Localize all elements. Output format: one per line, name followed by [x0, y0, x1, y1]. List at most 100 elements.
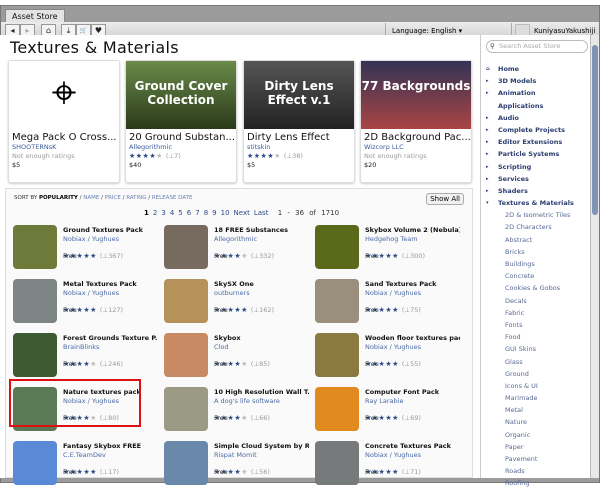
sidebar-category[interactable]: ▸ Shaders [481, 185, 589, 197]
sidebar-subcategory[interactable]: Organic [481, 429, 589, 441]
sidebar-subcategory[interactable]: Glass [481, 356, 589, 368]
featured-card[interactable]: Dirty Lens Effect v.1 Dirty Lens Effect … [243, 60, 355, 183]
asset-name[interactable]: 10 High Resolution Wall T... [214, 388, 309, 396]
scrollbar-thumb[interactable] [592, 45, 598, 215]
sidebar-category[interactable]: ▸ Scripting [481, 161, 589, 173]
featured-card[interactable]: Ground Cover Collection 20 Ground Substa… [125, 60, 237, 183]
featured-publisher[interactable]: stitskin [244, 143, 354, 151]
sidebar-subcategory[interactable]: Nature [481, 416, 589, 428]
sidebar-category[interactable]: ⌂ Home [481, 63, 589, 75]
sidebar-subcategory[interactable]: Metal [481, 404, 589, 416]
asset-list-item[interactable]: Forest Grounds Texture P... BrainBlinks … [13, 333, 158, 383]
sidebar-subcategory[interactable]: Bricks [481, 246, 589, 258]
scrollbar[interactable] [590, 35, 599, 478]
asset-publisher[interactable]: BrainBlinks [63, 343, 99, 351]
asset-publisher[interactable]: C.E.TeamDev [63, 451, 106, 459]
asset-name[interactable]: Sand Textures Pack [365, 280, 460, 288]
sidebar-subcategory[interactable]: Fonts [481, 319, 589, 331]
asset-publisher[interactable]: Hedgehog Team [365, 235, 418, 243]
page-link[interactable]: 2 [153, 209, 157, 217]
sidebar-subcategory[interactable]: 2D Characters [481, 221, 589, 233]
sidebar-subcategory[interactable]: Pavement [481, 453, 589, 465]
page-link[interactable]: 5 [178, 209, 182, 217]
asset-list-item[interactable]: Metal Textures Pack Nobiax / Yughues ★★★… [13, 279, 158, 329]
asset-publisher[interactable]: Nobiax / Yughues [63, 289, 119, 297]
asset-list-item[interactable]: SkySX One outburners ★★★★★ (⊥162) Free [164, 279, 309, 329]
sidebar-category[interactable]: ▸ Editor Extensions [481, 136, 589, 148]
sort-release-date[interactable]: RELEASE DATE [152, 195, 193, 201]
featured-publisher[interactable]: Allegorithmic [126, 143, 236, 151]
asset-list-item[interactable]: Skybox Clod ★★★★★ (⊥85) Free [164, 333, 309, 383]
asset-publisher[interactable]: Ray Larabie [365, 397, 403, 405]
next-link[interactable]: Next [234, 209, 250, 217]
sidebar-category[interactable]: ▸ Complete Projects [481, 124, 589, 136]
sidebar-subcategory[interactable]: Paper [481, 441, 589, 453]
asset-thumbnail[interactable] [315, 441, 359, 485]
page-link[interactable]: 9 [212, 209, 216, 217]
asset-list-item[interactable]: Concrete Textures Pack Nobiax / Yughues … [315, 441, 460, 491]
asset-name[interactable]: Skybox Volume 2 (Nebula) [365, 226, 460, 234]
asset-name[interactable]: 18 FREE Substances [214, 226, 309, 234]
asset-publisher[interactable]: Nobiax / Yughues [365, 451, 421, 459]
asset-name[interactable]: Ground Textures Pack [63, 226, 158, 234]
sidebar-category[interactable]: ▾ Textures & Materials [481, 197, 589, 209]
sidebar-subcategory[interactable]: Roofing [481, 477, 589, 489]
asset-name[interactable]: SkySX One [214, 280, 309, 288]
asset-list-item[interactable]: Wooden floor textures pack Nobiax / Yugh… [315, 333, 460, 383]
page-link[interactable]: 10 [221, 209, 230, 217]
asset-publisher[interactable]: Nobiax / Yughues [63, 235, 119, 243]
page-link[interactable]: 3 [161, 209, 165, 217]
last-link[interactable]: Last [254, 209, 269, 217]
asset-list-item[interactable]: Fantasy Skybox FREE C.E.TeamDev ★★★★★ (⊥1… [13, 441, 158, 491]
sort-rating[interactable]: RATING [126, 195, 146, 201]
asset-thumbnail[interactable] [13, 225, 57, 269]
sidebar-category[interactable]: ▸ Particle Systems [481, 148, 589, 160]
sidebar-subcategory[interactable]: Decals [481, 295, 589, 307]
asset-publisher[interactable]: Nobiax / Yughues [365, 289, 421, 297]
asset-thumbnail[interactable] [315, 387, 359, 431]
asset-thumbnail[interactable] [164, 279, 208, 323]
asset-name[interactable]: Simple Cloud System by RM [214, 442, 309, 450]
asset-thumbnail[interactable] [315, 225, 359, 269]
featured-card[interactable]: ⌖ Mega Pack O Cross... SHOOTERNsK Not en… [8, 60, 120, 183]
asset-name[interactable]: Metal Textures Pack [63, 280, 158, 288]
sort-price[interactable]: PRICE [105, 195, 121, 201]
sidebar-subcategory[interactable]: Cookies & Gobos [481, 282, 589, 294]
sidebar-category[interactable]: ▸ Animation [481, 87, 589, 99]
sort-popularity[interactable]: POPULARITY [39, 195, 78, 201]
asset-list-item[interactable]: Skybox Volume 2 (Nebula) Hedgehog Team ★… [315, 225, 460, 275]
asset-publisher[interactable]: A dog's life software [214, 397, 280, 405]
sidebar-category[interactable]: ▸ Audio [481, 112, 589, 124]
show-all-button[interactable]: Show All [426, 193, 464, 205]
asset-thumbnail[interactable] [164, 225, 208, 269]
sidebar-subcategory[interactable]: Roads [481, 465, 589, 477]
asset-list-item[interactable]: 18 FREE Substances Allegorithmic ★★★★★ (⊥… [164, 225, 309, 275]
search-input[interactable]: ⚲ Search Asset Store [486, 40, 588, 53]
page-link[interactable]: 4 [170, 209, 174, 217]
asset-thumbnail[interactable] [164, 333, 208, 377]
asset-publisher[interactable]: Nobiax / Yughues [365, 343, 421, 351]
page-link[interactable]: 1 [144, 209, 149, 217]
asset-list-item[interactable]: Ground Textures Pack Nobiax / Yughues ★★… [13, 225, 158, 275]
asset-thumbnail[interactable] [315, 333, 359, 377]
asset-thumbnail[interactable] [13, 279, 57, 323]
asset-list-item[interactable]: Simple Cloud System by RM Rispat Momit ★… [164, 441, 309, 491]
asset-publisher[interactable]: Rispat Momit [214, 451, 257, 459]
asset-thumbnail[interactable] [164, 387, 208, 431]
asset-publisher[interactable]: Clod [214, 343, 228, 351]
sort-name[interactable]: NAME [83, 195, 99, 201]
sidebar-category[interactable]: ▸ 3D Models [481, 75, 589, 87]
page-link[interactable]: 8 [204, 209, 208, 217]
sidebar-subcategory[interactable]: Ground [481, 368, 589, 380]
sidebar-subcategory[interactable]: Marimade [481, 392, 589, 404]
featured-card[interactable]: 77 Backgrounds 2D Background Pac... Wizc… [360, 60, 472, 183]
asset-name[interactable]: Concrete Textures Pack [365, 442, 460, 450]
asset-name[interactable]: Skybox [214, 334, 309, 342]
asset-publisher[interactable]: outburners [214, 289, 250, 297]
sidebar-subcategory[interactable]: Food [481, 331, 589, 343]
asset-thumbnail[interactable] [315, 279, 359, 323]
asset-name[interactable]: Wooden floor textures pack [365, 334, 460, 342]
sidebar-subcategory[interactable]: Buildings [481, 258, 589, 270]
sidebar-category[interactable]: ▸ Services [481, 173, 589, 185]
sidebar-subcategory[interactable]: Icons & UI [481, 380, 589, 392]
